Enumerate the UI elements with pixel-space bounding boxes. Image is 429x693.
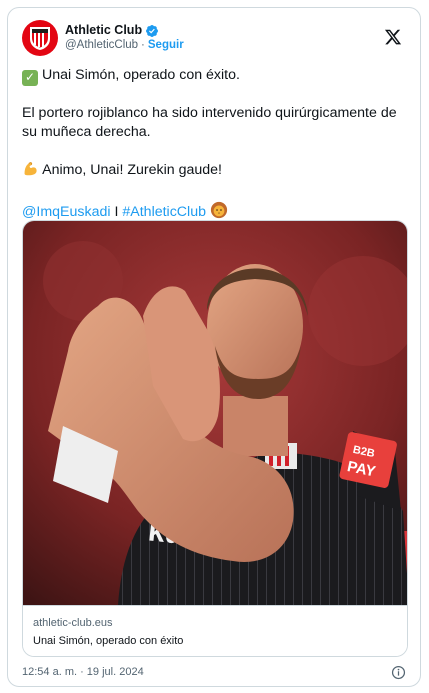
tweet-line-3: Animo, Unai! Zurekin gaude! bbox=[22, 160, 406, 183]
account-name[interactable]: Athletic Club bbox=[65, 23, 142, 38]
handle-row: @AthleticClub · Seguir bbox=[65, 38, 184, 53]
info-icon[interactable] bbox=[391, 665, 406, 680]
tweet-cheer: Animo, Unai! Zurekin gaude! bbox=[42, 161, 222, 178]
verified-badge-icon bbox=[145, 24, 159, 38]
tags-divider: I bbox=[114, 203, 119, 220]
follow-button[interactable]: Seguir bbox=[148, 38, 184, 53]
tweet-headline: Unai Simón, operado con éxito. bbox=[42, 67, 240, 83]
timestamp[interactable]: 12:54 a. m. · 19 jul. 2024 bbox=[22, 666, 144, 678]
x-logo-icon[interactable] bbox=[384, 28, 402, 46]
link-meta: athletic-club.eus Unai Simón, operado co… bbox=[23, 605, 407, 656]
tweet-line-1: ✓ Unai Simón, operado con éxito. bbox=[22, 66, 406, 86]
check-mark-emoji: ✓ bbox=[22, 69, 38, 86]
account-handle[interactable]: @AthleticClub bbox=[65, 38, 138, 53]
handle-separator: · bbox=[141, 39, 145, 51]
tweet-footer: 12:54 a. m. · 19 jul. 2024 bbox=[22, 663, 406, 681]
tweet-text: ✓ Unai Simón, operado con éxito. El porte… bbox=[22, 66, 406, 225]
hashtag-link[interactable]: #AthleticClub bbox=[122, 204, 206, 220]
tweet-header: Athletic Club @AthleticClub · Seguir bbox=[22, 20, 406, 56]
tweet-card: Athletic Club @AthleticClub · Seguir ✓ Un… bbox=[7, 7, 421, 687]
player-photo: B2B PAY kutxa bbox=[23, 221, 407, 605]
link-preview-card[interactable]: B2B PAY kutxa athletic-club.eus Unai Sim… bbox=[22, 220, 408, 657]
avatar[interactable] bbox=[22, 20, 58, 56]
account-info: Athletic Club @AthleticClub · Seguir bbox=[65, 23, 184, 53]
link-title: Unai Simón, operado con éxito bbox=[33, 635, 184, 647]
name-row: Athletic Club bbox=[65, 23, 184, 38]
club-crest-icon bbox=[30, 27, 50, 50]
tweet-line-2: El portero rojiblanco ha sido intervenid… bbox=[22, 104, 397, 140]
mention-link[interactable]: @ImqEuskadi bbox=[22, 204, 111, 220]
flexed-biceps-emoji bbox=[22, 160, 39, 183]
link-domain: athletic-club.eus bbox=[33, 617, 113, 629]
